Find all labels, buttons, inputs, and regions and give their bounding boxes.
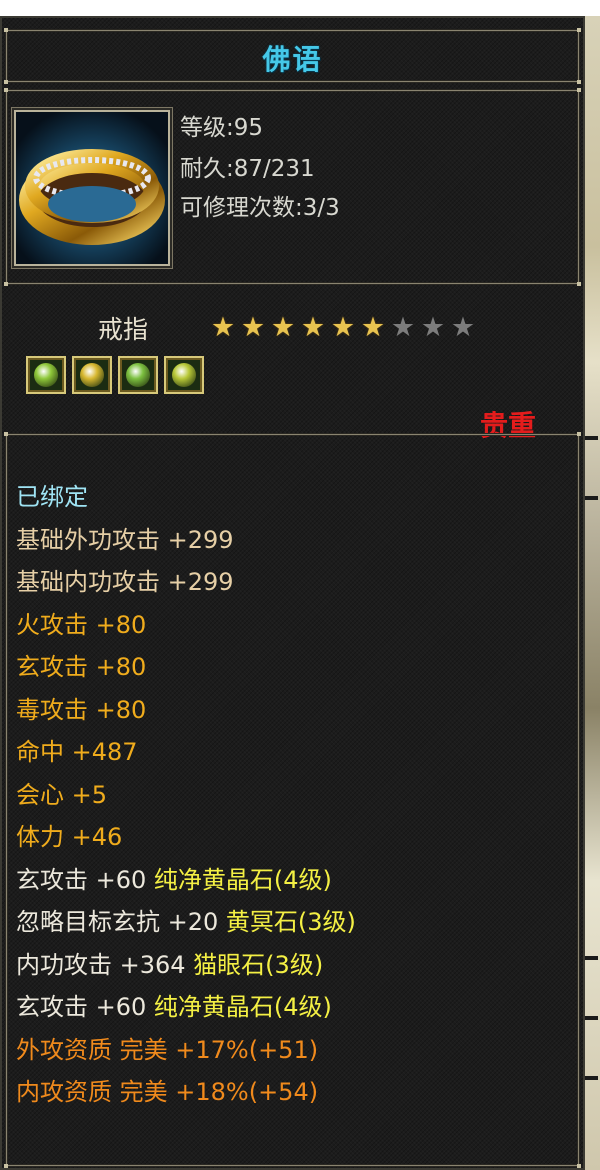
attribute-row: 命中 +487 bbox=[16, 731, 356, 774]
gem-icon bbox=[80, 363, 104, 387]
green-gem-icon[interactable] bbox=[26, 356, 66, 394]
attribute-text: 玄攻击 +60 bbox=[16, 865, 154, 894]
scene-detail bbox=[585, 1016, 598, 1020]
attribute-row: 基础内功攻击 +299 bbox=[16, 561, 356, 604]
attribute-row: 已绑定 bbox=[16, 476, 356, 519]
durability-text: 耐久:87/231 bbox=[180, 156, 315, 182]
gem-socket-text: 猫眼石(3级) bbox=[193, 950, 324, 979]
gem-socket-text: 纯净黄晶石(4级) bbox=[153, 865, 332, 894]
attribute-text: 毒攻击 +80 bbox=[16, 695, 147, 724]
star-icon: ★ bbox=[300, 312, 326, 343]
gem-socket-text: 黄冥石(3级) bbox=[225, 908, 356, 936]
gem-icon bbox=[126, 363, 150, 387]
attribute-text: 玄攻击 +60 bbox=[16, 993, 154, 1021]
attribute-row: 玄攻击 +80 bbox=[16, 646, 356, 689]
attribute-row: 体力 +46 bbox=[16, 816, 356, 859]
star-icon: ★ bbox=[360, 312, 386, 343]
attribute-row: 火攻击 +80 bbox=[16, 604, 356, 647]
attribute-text: 火攻击 +80 bbox=[16, 610, 147, 639]
gem-slots bbox=[26, 356, 204, 394]
attribute-row: 玄攻击 +60 纯净黄晶石(4级) bbox=[16, 859, 356, 902]
attribute-text: 内功攻击 +364 bbox=[16, 950, 194, 979]
attribute-row: 内攻资质 完美 +18%(+54) bbox=[16, 1071, 356, 1114]
attribute-row: 会心 +5 bbox=[16, 774, 356, 817]
star-icon: ★ bbox=[240, 312, 266, 343]
attribute-text: 忽略目标玄抗 +20 bbox=[16, 908, 226, 936]
attribute-text: 命中 +487 bbox=[16, 738, 138, 766]
attribute-text: 玄攻击 +80 bbox=[16, 653, 147, 681]
item-type: 戒指 bbox=[98, 315, 149, 344]
level-text: 等级:95 bbox=[180, 115, 264, 141]
attribute-row: 毒攻击 +80 bbox=[16, 689, 356, 732]
star-icon: ★ bbox=[270, 312, 296, 343]
attribute-text: 外攻资质 完美 +17%(+51) bbox=[16, 1035, 319, 1064]
attribute-text: 体力 +46 bbox=[16, 823, 123, 851]
gold-ring-icon[interactable] bbox=[14, 110, 170, 266]
scene-detail bbox=[585, 1076, 598, 1080]
attribute-row: 基础外功攻击 +299 bbox=[16, 519, 356, 562]
scene-detail bbox=[585, 496, 598, 500]
star-icon: ★ bbox=[390, 312, 416, 343]
attribute-text: 已绑定 bbox=[16, 483, 88, 511]
item-tooltip: 佛语 等级:95 耐久:87/231 可修理次数:3/3 戒指 ★ ★ ★ ★ … bbox=[0, 16, 585, 1170]
attribute-row: 外攻资质 完美 +17%(+51) bbox=[16, 1029, 356, 1072]
attribute-text: 基础外功攻击 +299 bbox=[16, 525, 234, 554]
star-icon: ★ bbox=[330, 312, 356, 343]
attribute-text: 基础内功攻击 +299 bbox=[16, 568, 234, 596]
star-rating: ★ ★ ★ ★ ★ ★ ★ ★ ★ bbox=[208, 314, 478, 342]
attribute-text: 会心 +5 bbox=[16, 780, 108, 809]
attribute-row: 内功攻击 +364 猫眼石(3级) bbox=[16, 944, 356, 987]
star-icon: ★ bbox=[450, 312, 476, 343]
attribute-list: 已绑定基础外功攻击 +299 基础内功攻击 +299 火攻击 +80 玄攻击 +80 毒… bbox=[16, 476, 356, 1114]
item-name: 佛语 bbox=[262, 43, 323, 76]
repair-count-text: 可修理次数:3/3 bbox=[180, 195, 340, 221]
attribute-row: 忽略目标玄抗 +20 黄冥石(3级) bbox=[16, 901, 356, 944]
scene-detail bbox=[585, 956, 598, 960]
gem-icon bbox=[172, 363, 196, 387]
star-icon: ★ bbox=[420, 312, 446, 343]
scene-detail bbox=[585, 436, 598, 440]
green-gem-icon[interactable] bbox=[118, 356, 158, 394]
yellow-green-gem-icon[interactable] bbox=[164, 356, 204, 394]
gem-socket-text: 纯净黄晶石(4级) bbox=[153, 993, 332, 1021]
attribute-text: 内攻资质 完美 +18%(+54) bbox=[16, 1078, 319, 1106]
yellow-gem-icon[interactable] bbox=[72, 356, 112, 394]
attribute-row: 玄攻击 +60 纯净黄晶石(4级) bbox=[16, 986, 356, 1029]
background-scene bbox=[583, 16, 600, 1170]
gem-icon bbox=[34, 363, 58, 387]
star-icon: ★ bbox=[210, 312, 236, 343]
